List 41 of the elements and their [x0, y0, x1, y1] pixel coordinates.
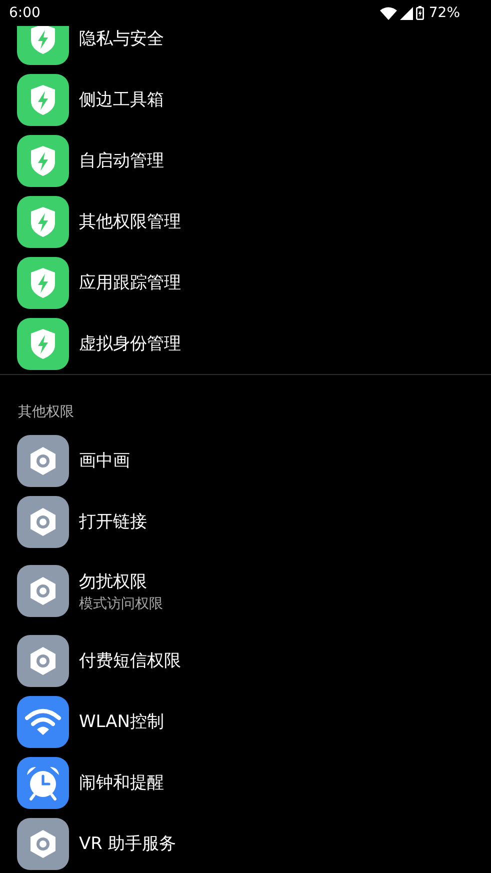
item-label: 虚拟身份管理	[79, 333, 181, 355]
settings-item[interactable]: VR 助手服务	[0, 813, 491, 873]
alarm-clock-icon	[17, 756, 69, 808]
item-label: 付费短信权限	[79, 650, 181, 672]
settings-item[interactable]: 虚拟身份管理	[0, 313, 491, 374]
shield-icon	[17, 74, 69, 126]
shield-icon	[17, 318, 69, 370]
item-label: 画中画	[79, 450, 130, 472]
shield-icon	[17, 134, 69, 186]
item-label: WLAN控制	[79, 711, 164, 733]
settings-item[interactable]: WLAN控制	[0, 691, 491, 752]
settings-item[interactable]: 其他权限管理	[0, 191, 491, 252]
section-header: 其他权限	[17, 402, 75, 422]
settings-item[interactable]: 隐私与安全	[0, 26, 491, 69]
cell-signal-icon	[400, 6, 413, 20]
item-label: 自启动管理	[79, 150, 164, 172]
item-label: 应用跟踪管理	[79, 272, 181, 294]
item-label: 隐私与安全	[79, 28, 164, 50]
battery-icon	[416, 6, 424, 20]
item-label: 其他权限管理	[79, 211, 181, 233]
settings-item[interactable]: 侧边工具箱	[0, 69, 491, 130]
item-sublabel: 模式访问权限	[79, 594, 163, 612]
wifi-icon	[17, 696, 69, 748]
settings-item[interactable]: 画中画	[0, 430, 491, 491]
item-label: VR 助手服务	[79, 833, 176, 855]
settings-item[interactable]: 闹钟和提醒	[0, 752, 491, 813]
item-label: 闹钟和提醒	[79, 772, 164, 794]
item-label: 打开链接	[79, 511, 147, 533]
shield-icon	[17, 256, 69, 308]
wifi-signal-icon	[380, 6, 397, 20]
battery-percent: 72%	[428, 5, 460, 21]
item-label: 勿扰权限	[79, 570, 148, 592]
settings-item[interactable]: 应用跟踪管理	[0, 252, 491, 313]
shield-icon	[17, 26, 69, 64]
settings-item[interactable]: 勿扰权限 模式访问权限	[0, 552, 491, 630]
settings-item[interactable]: 自启动管理	[0, 130, 491, 191]
settings-item[interactable]: 付费短信权限	[0, 630, 491, 691]
status-time: 6:00	[9, 5, 40, 21]
settings-item[interactable]: 打开链接	[0, 491, 491, 552]
shield-icon	[17, 196, 69, 248]
item-label: 侧边工具箱	[79, 89, 164, 111]
